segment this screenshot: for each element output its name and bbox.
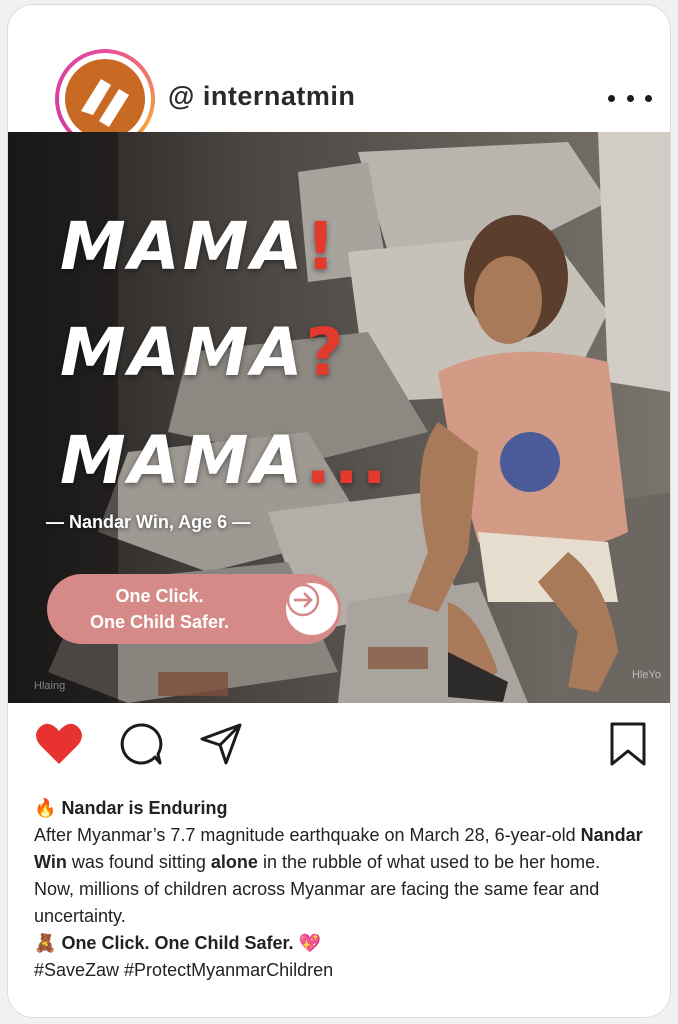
hashtags[interactable]: #SaveZaw #ProtectMyanmarChildren <box>34 957 644 984</box>
action-bar <box>8 721 670 771</box>
comment-icon[interactable] <box>118 721 164 772</box>
post-card: @ internatmin MAMA! MAMA? MAMA... — Nand… <box>7 4 671 1018</box>
heart-icon[interactable] <box>34 721 84 772</box>
teddy-bear-icon: 🧸 <box>34 933 57 953</box>
cta-button[interactable]: One Click. One Child Safer. <box>47 574 341 644</box>
username[interactable]: @ internatmin <box>168 81 355 112</box>
caption-cta: 🧸 One Click. One Child Safer. 💖 <box>34 933 321 953</box>
post-header: @ internatmin <box>8 5 670 149</box>
cta-line-1: One Click. <box>115 586 204 606</box>
caption-title: 🔥 Nandar is Enduring <box>34 798 228 818</box>
more-icon[interactable] <box>608 93 652 103</box>
post-image[interactable]: MAMA! MAMA? MAMA... — Nandar Win, Age 6 … <box>8 132 670 703</box>
caption-paragraph-1: After Myanmar’s 7.7 magnitude earthquake… <box>34 825 643 872</box>
cta-line-2: One Child Safer. <box>89 612 230 632</box>
headline-line-3: MAMA... <box>60 422 390 499</box>
post-caption: 🔥 Nandar is Enduring After Myanmar’s 7.7… <box>34 795 644 984</box>
caption-paragraph-2: Now, millions of children across Myanmar… <box>34 879 600 926</box>
logo-icon <box>65 59 145 139</box>
photo-credit-right: HleYo <box>632 669 661 681</box>
attribution: — Nandar Win, Age 6 — <box>46 512 251 532</box>
photo-credit-left: Hlaing <box>34 680 66 692</box>
bookmark-icon[interactable] <box>608 721 648 772</box>
fire-icon: 🔥 <box>34 798 57 818</box>
heart-emoji-icon: 💖 <box>298 933 321 953</box>
headline-line-2: MAMA? <box>60 314 347 391</box>
arrow-right-icon <box>286 583 338 635</box>
share-icon[interactable] <box>198 721 244 772</box>
headline-line-1: MAMA! <box>60 208 339 285</box>
